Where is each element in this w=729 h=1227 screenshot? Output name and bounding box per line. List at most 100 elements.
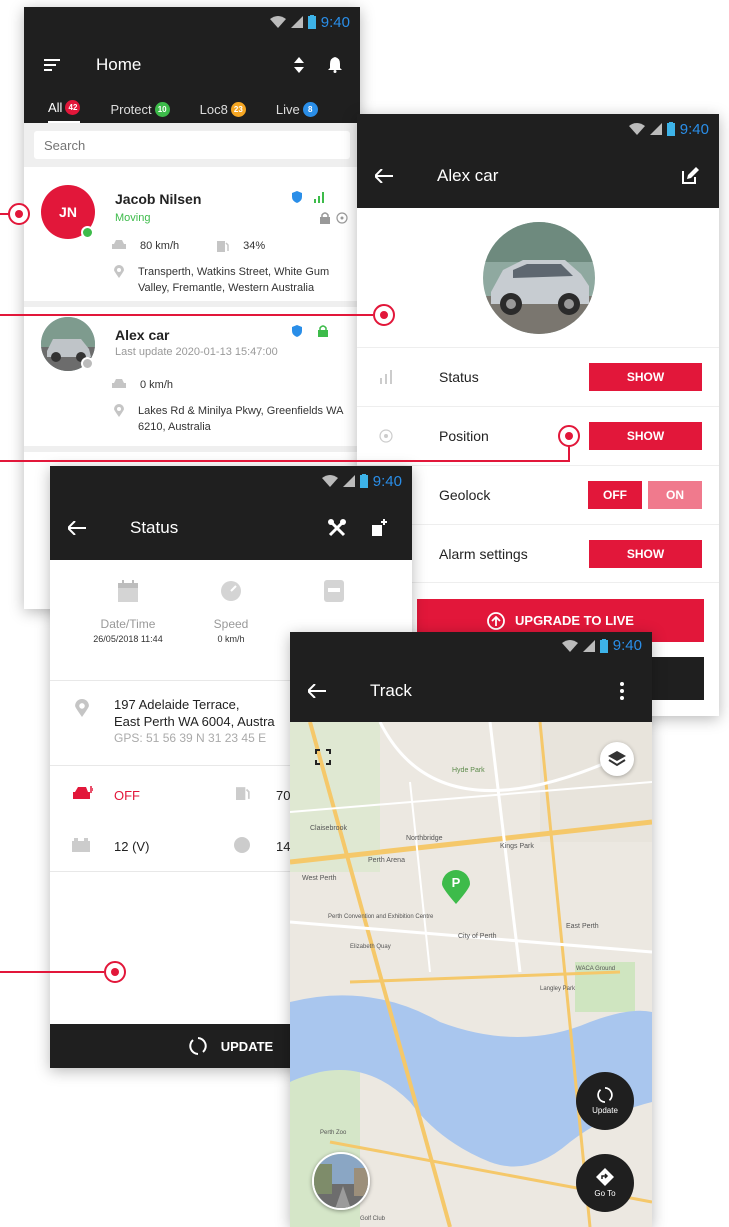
- tab-count-badge: 23: [230, 102, 246, 117]
- page-title: Home: [96, 55, 142, 74]
- home-appbar: Home: [24, 37, 360, 93]
- search-input[interactable]: [34, 131, 350, 159]
- wifi-icon: [561, 639, 578, 652]
- fullscreen-button[interactable]: [306, 740, 340, 774]
- setting-row-position: Position SHOW: [357, 406, 719, 465]
- map-label: West Perth: [302, 875, 337, 882]
- map-label: Claisebrook: [310, 825, 347, 832]
- location-pin-icon: [114, 265, 124, 278]
- car-photo: [483, 222, 595, 334]
- signal-icon: [649, 123, 662, 135]
- refresh-icon: [597, 1087, 613, 1103]
- tab-all[interactable]: All 42: [48, 100, 81, 123]
- stat-mileage: [284, 580, 384, 607]
- status-bar: 9:40: [290, 632, 652, 659]
- car-icon: [112, 240, 126, 250]
- back-arrow-icon[interactable]: [308, 683, 326, 698]
- tools-icon[interactable]: [328, 519, 346, 537]
- marker-label: P: [451, 875, 461, 890]
- fuel-value: 70: [276, 788, 291, 803]
- geolock-on-button[interactable]: ON: [648, 481, 702, 509]
- map-update-button[interactable]: Update: [576, 1072, 634, 1130]
- status-bar: 9:40: [24, 7, 360, 37]
- callout-line: [0, 971, 104, 973]
- address-row: Lakes Rd & Minilya Pkwy, Greenfields WA …: [114, 404, 354, 436]
- setting-label: Position: [439, 428, 489, 444]
- setting-label: Alarm settings: [439, 545, 528, 562]
- map-view[interactable]: Hyde Park Claisebrook Perth Arena Northb…: [290, 722, 652, 1227]
- map-label: Langley Park: [540, 986, 576, 992]
- address-line-2: East Perth WA 6004, Austra: [114, 714, 275, 729]
- layers-button[interactable]: [600, 742, 634, 776]
- map-label: Hyde Park: [452, 767, 485, 774]
- callout-marker: [8, 203, 30, 225]
- tab-live[interactable]: Live 8: [276, 102, 318, 123]
- callout-marker: [558, 425, 580, 447]
- signal-strength-icon: [314, 191, 326, 203]
- shield-icon: [292, 325, 302, 337]
- stat-speed: Speed 0 km/h: [181, 580, 281, 644]
- back-arrow-icon[interactable]: [375, 169, 393, 183]
- layers-icon: [608, 751, 626, 767]
- fab-label: Update: [592, 1106, 618, 1115]
- search-bar: [24, 123, 360, 167]
- address-line-1: 197 Adelaide Terrace,: [114, 697, 240, 712]
- location-pin-icon: [75, 699, 89, 717]
- sort-icon[interactable]: [294, 57, 304, 73]
- stat-datetime: Date/Time 26/05/2018 11:44: [78, 580, 178, 644]
- battery-icon: [307, 15, 316, 29]
- filter-menu-icon[interactable]: [44, 59, 60, 71]
- show-position-button[interactable]: SHOW: [589, 422, 702, 450]
- street-view-thumbnail[interactable]: [312, 1152, 370, 1210]
- tab-label: Live: [275, 102, 300, 117]
- tab-label: All: [48, 100, 63, 115]
- show-status-button[interactable]: SHOW: [589, 363, 702, 391]
- more-vertical-icon[interactable]: [620, 681, 624, 700]
- alarm-state: OFF: [114, 788, 140, 803]
- tab-loc8[interactable]: Loc8 23: [200, 102, 246, 123]
- detail-appbar: Alex car: [357, 144, 719, 208]
- car-battery-icon: [72, 838, 90, 852]
- geolock-off-button[interactable]: OFF: [588, 481, 642, 509]
- show-alarm-settings-button[interactable]: SHOW: [589, 539, 702, 568]
- battery-icon: [359, 474, 368, 488]
- vehicle-name: Alex car: [115, 327, 170, 343]
- edit-icon[interactable]: [681, 167, 699, 185]
- speed-row: 0 km/h: [112, 379, 173, 391]
- clock: 9:40: [612, 637, 642, 654]
- bell-icon[interactable]: [328, 57, 342, 73]
- battery-icon: [599, 638, 608, 653]
- vehicle-list-item[interactable]: JN Jacob Nilsen Moving 80 km/h 34% Trans…: [24, 167, 360, 307]
- back-arrow-icon[interactable]: [68, 521, 86, 535]
- tab-count-badge: 10: [154, 102, 170, 117]
- speedometer-icon: [220, 580, 242, 602]
- upload-arrow-icon: [487, 611, 505, 630]
- page-title: Status: [130, 518, 179, 537]
- map-label: Elizabeth Quay: [350, 944, 391, 950]
- map-label: Perth Zoo: [320, 1130, 347, 1136]
- vehicle-status: Moving: [115, 212, 151, 224]
- tab-protect[interactable]: Protect 10: [110, 102, 170, 123]
- car-icon: [112, 379, 126, 389]
- add-device-icon[interactable]: [370, 519, 388, 537]
- go-to-button[interactable]: Go To: [576, 1154, 634, 1212]
- vehicle-list-item[interactable]: Alex car Last update 2020-01-13 15:47:00…: [24, 307, 360, 452]
- stat-label: Speed: [213, 617, 249, 631]
- speed-value: 80 km/h: [140, 240, 180, 252]
- status-appbar: Status: [50, 496, 412, 560]
- shield-icon: [292, 191, 302, 203]
- page-title: Track: [370, 680, 412, 700]
- heading-value: 14: [276, 839, 291, 854]
- vehicle-marker[interactable]: P: [442, 870, 470, 904]
- location-pin-icon: [114, 404, 124, 417]
- tab-label: Protect: [110, 102, 152, 117]
- map-label: Perth Arena: [368, 857, 405, 864]
- vehicle-address: Lakes Rd & Minilya Pkwy, Greenfields WA …: [138, 405, 343, 433]
- callout-marker: [373, 304, 395, 326]
- voltage-value: 12 (V): [114, 839, 150, 854]
- map-label: Kings Park: [500, 843, 534, 850]
- wifi-icon: [269, 16, 286, 28]
- lock-icon: [320, 212, 330, 224]
- alarm-car-icon: [73, 786, 93, 800]
- map-label: City of Perth: [458, 933, 497, 940]
